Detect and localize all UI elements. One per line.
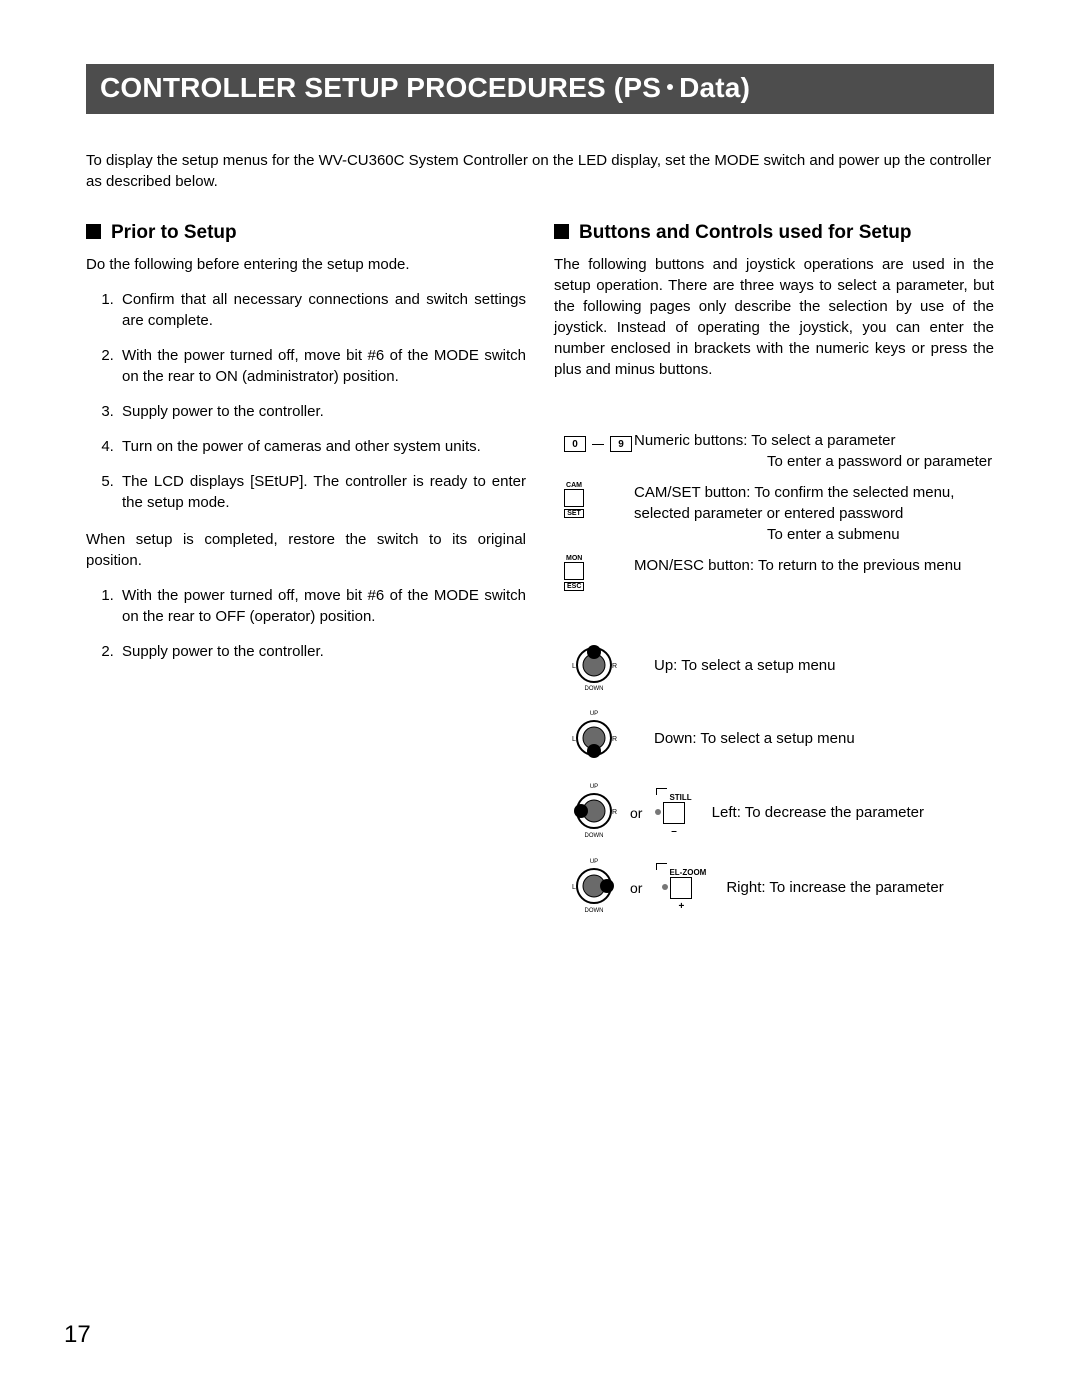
- monesc-row: MON ESC MON/ESC button: To return to the…: [564, 555, 994, 591]
- joystick-up-desc: Up: To select a setup menu: [654, 657, 836, 674]
- list-item: The LCD displays [SEtUP]. The controller…: [118, 471, 526, 513]
- monesc-icon: MON ESC: [564, 555, 634, 591]
- svg-text:UP: UP: [590, 711, 598, 717]
- left-column: Prior to Setup Do the following before e…: [86, 222, 526, 931]
- numeric-buttons-row: 0 9 Numeric buttons: To select a paramet…: [564, 430, 994, 472]
- svg-text:R: R: [612, 663, 617, 670]
- joystick-right-row: UP L DOWN or EL-ZOOM + R: [564, 856, 994, 919]
- joystick-right-desc: Right: To increase the parameter: [726, 879, 943, 896]
- cam-label: CAM: [566, 482, 582, 489]
- joystick-left-desc: Left: To decrease the parameter: [712, 804, 924, 821]
- intro-paragraph: To display the setup menus for the WV-CU…: [86, 150, 994, 192]
- prior-steps-1: Confirm that all necessary connections a…: [86, 289, 526, 513]
- square-bullet-icon: [554, 224, 569, 239]
- prior-mid-paragraph: When setup is completed, restore the swi…: [86, 529, 526, 571]
- svg-text:L: L: [572, 663, 576, 670]
- list-item: With the power turned off, move bit #6 o…: [118, 585, 526, 627]
- key-0-icon: 0: [564, 436, 586, 452]
- svg-text:UP: UP: [590, 859, 598, 865]
- list-item: With the power turned off, move bit #6 o…: [118, 345, 526, 387]
- numeric-desc-a: Numeric buttons: To select a parameter: [634, 430, 994, 451]
- page-title-a: CONTROLLER SETUP PROCEDURES (PS: [100, 72, 661, 103]
- camset-desc-b: To enter a submenu: [634, 524, 994, 545]
- svg-text:DOWN: DOWN: [585, 686, 604, 691]
- camset-button-icon: [564, 489, 584, 507]
- controls-list: 0 9 Numeric buttons: To select a paramet…: [554, 430, 994, 919]
- svg-text:DOWN: DOWN: [585, 833, 604, 839]
- camset-row: CAM SET CAM/SET button: To confirm the s…: [564, 482, 994, 545]
- numeric-keys-icon: 0 9: [564, 430, 634, 452]
- set-label: SET: [564, 509, 584, 518]
- or-text: or: [630, 880, 642, 896]
- page-number: 17: [64, 1321, 91, 1349]
- list-item: Turn on the power of cameras and other s…: [118, 436, 526, 457]
- joystick-down-row: UP L R Down: To select a setup menu: [564, 708, 994, 769]
- page-title-b: Data): [679, 72, 750, 103]
- svg-text:R: R: [612, 809, 617, 816]
- monesc-button-icon: [564, 562, 584, 580]
- monesc-desc: MON/ESC button: To return to the previou…: [634, 555, 994, 576]
- prior-steps-2: With the power turned off, move bit #6 o…: [86, 585, 526, 662]
- elzoom-plus-button-icon: EL-ZOOM +: [656, 863, 706, 912]
- joystick-right-icon: UP L DOWN: [564, 856, 624, 919]
- svg-text:L: L: [572, 736, 576, 743]
- prior-to-setup-heading: Prior to Setup: [86, 222, 526, 244]
- svg-text:DOWN: DOWN: [585, 908, 604, 914]
- mon-label: MON: [566, 555, 582, 562]
- svg-text:L: L: [572, 884, 576, 891]
- esc-label: ESC: [564, 582, 584, 591]
- manual-page: CONTROLLER SETUP PROCEDURES (PS Data) To …: [0, 0, 1080, 1397]
- buttons-lead: The following buttons and joystick opera…: [554, 254, 994, 380]
- page-title-bar: CONTROLLER SETUP PROCEDURES (PS Data): [86, 64, 994, 114]
- camset-desc-a: CAM/SET button: To confirm the selected …: [634, 482, 994, 524]
- or-text: or: [630, 805, 642, 821]
- right-column: Buttons and Controls used for Setup The …: [554, 222, 994, 931]
- camset-icon: CAM SET: [564, 482, 634, 518]
- still-minus-button-icon: STILL –: [656, 788, 691, 837]
- list-item: Confirm that all necessary connections a…: [118, 289, 526, 331]
- list-item: Supply power to the controller.: [118, 641, 526, 662]
- key-range-dash-icon: [592, 444, 604, 445]
- square-bullet-icon: [86, 224, 101, 239]
- svg-text:UP: UP: [590, 784, 598, 790]
- joystick-up-row: L R DOWN Up: To select a setup menu: [564, 635, 994, 696]
- joystick-up-icon: L R DOWN: [564, 635, 624, 696]
- joystick-left-icon: UP R DOWN: [564, 781, 624, 844]
- joystick-left-row: UP R DOWN or STILL – Lef: [564, 781, 994, 844]
- joystick-down-icon: UP L R: [564, 708, 624, 769]
- buttons-heading: Buttons and Controls used for Setup: [554, 222, 994, 244]
- list-item: Supply power to the controller.: [118, 401, 526, 422]
- key-9-icon: 9: [610, 436, 632, 452]
- two-column-layout: Prior to Setup Do the following before e…: [86, 222, 994, 931]
- joystick-down-desc: Down: To select a setup menu: [654, 730, 855, 747]
- numeric-desc-b: To enter a password or parameter: [634, 451, 994, 472]
- title-dot-icon: [667, 84, 673, 90]
- svg-text:R: R: [612, 736, 617, 743]
- prior-lead: Do the following before entering the set…: [86, 254, 526, 275]
